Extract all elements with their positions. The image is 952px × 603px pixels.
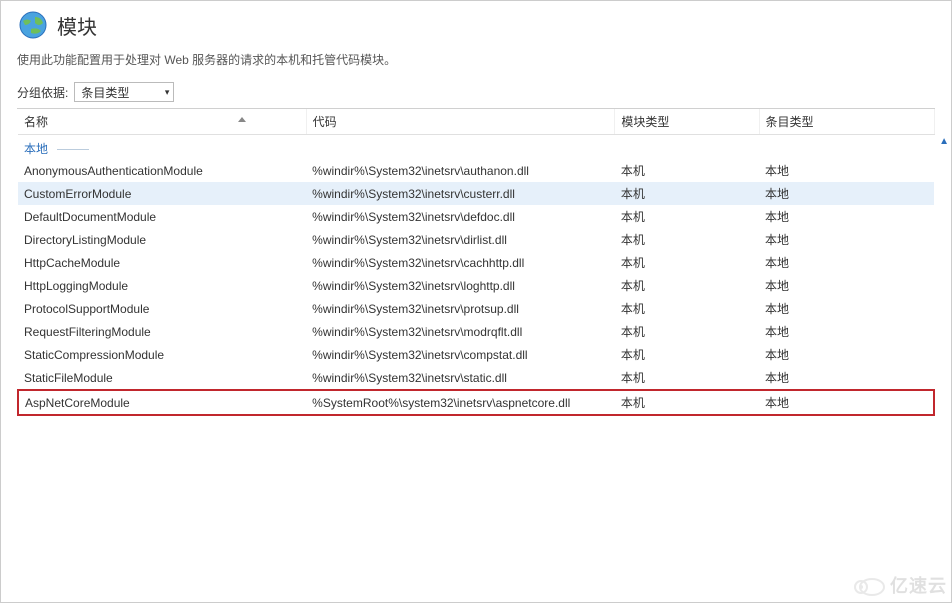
col-entry-type[interactable]: 条目类型 xyxy=(759,109,934,135)
cell-name: ProtocolSupportModule xyxy=(18,297,306,320)
cell-name: DirectoryListingModule xyxy=(18,228,306,251)
cell-mtype: 本机 xyxy=(615,159,759,182)
cell-code: %windir%\System32\inetsrv\cachhttp.dll xyxy=(306,251,615,274)
col-name[interactable]: 名称 xyxy=(18,109,306,135)
chevron-down-icon: ▾ xyxy=(165,87,170,98)
cell-code: %windir%\System32\inetsrv\authanon.dll xyxy=(306,159,615,182)
page-description: 使用此功能配置用于处理对 Web 服务器的请求的本机和托管代码模块。 xyxy=(1,45,951,78)
page-title: 模块 xyxy=(57,11,97,40)
cell-mtype: 本机 xyxy=(615,182,759,205)
cell-code: %windir%\System32\inetsrv\loghttp.dll xyxy=(306,274,615,297)
cell-code: %windir%\System32\inetsrv\compstat.dll xyxy=(306,343,615,366)
cell-etype: 本地 xyxy=(759,297,934,320)
module-table: 名称 代码 模块类型 条目类型 本地 AnonymousAuthenticati… xyxy=(17,109,935,416)
cell-mtype: 本机 xyxy=(615,297,759,320)
cell-mtype: 本机 xyxy=(615,251,759,274)
cell-etype: 本地 xyxy=(759,320,934,343)
cell-code: %windir%\System32\inetsrv\defdoc.dll xyxy=(306,205,615,228)
groupby-value: 条目类型 xyxy=(81,84,129,101)
cell-etype: 本地 xyxy=(759,343,934,366)
cell-mtype: 本机 xyxy=(615,320,759,343)
cell-name: StaticFileModule xyxy=(18,366,306,390)
page-header: 模块 xyxy=(1,1,951,45)
col-code[interactable]: 代码 xyxy=(306,109,615,135)
table-row[interactable]: DefaultDocumentModule%windir%\System32\i… xyxy=(18,205,934,228)
table-row[interactable]: HttpLoggingModule%windir%\System32\inets… xyxy=(18,274,934,297)
cell-code: %windir%\System32\inetsrv\modrqflt.dll xyxy=(306,320,615,343)
watermark-text: 亿速云 xyxy=(890,572,947,598)
toolbar: 分组依据: 条目类型 ▾ xyxy=(1,78,951,108)
table-row[interactable]: CustomErrorModule%windir%\System32\inets… xyxy=(18,182,934,205)
table-row[interactable]: ProtocolSupportModule%windir%\System32\i… xyxy=(18,297,934,320)
group-row[interactable]: 本地 xyxy=(18,135,934,160)
table-header-row: 名称 代码 模块类型 条目类型 xyxy=(18,109,934,135)
table-row[interactable]: DirectoryListingModule%windir%\System32\… xyxy=(18,228,934,251)
cell-etype: 本地 xyxy=(759,251,934,274)
cell-mtype: 本机 xyxy=(615,228,759,251)
cell-mtype: 本机 xyxy=(615,343,759,366)
module-table-wrap: 名称 代码 模块类型 条目类型 本地 AnonymousAuthenticati… xyxy=(17,108,935,578)
cell-mtype: 本机 xyxy=(615,274,759,297)
cell-code: %SystemRoot%\system32\inetsrv\aspnetcore… xyxy=(306,390,615,415)
table-row[interactable]: HttpCacheModule%windir%\System32\inetsrv… xyxy=(18,251,934,274)
table-row[interactable]: AnonymousAuthenticationModule%windir%\Sy… xyxy=(18,159,934,182)
cell-etype: 本地 xyxy=(759,182,934,205)
groupby-dropdown[interactable]: 条目类型 ▾ xyxy=(74,82,174,102)
table-row[interactable]: RequestFilteringModule%windir%\System32\… xyxy=(18,320,934,343)
cell-name: DefaultDocumentModule xyxy=(18,205,306,228)
globe-icon xyxy=(17,9,49,41)
cell-name: AspNetCoreModule xyxy=(18,390,306,415)
table-row[interactable]: StaticCompressionModule%windir%\System32… xyxy=(18,343,934,366)
cell-etype: 本地 xyxy=(759,159,934,182)
cell-name: StaticCompressionModule xyxy=(18,343,306,366)
table-row[interactable]: AspNetCoreModule%SystemRoot%\system32\in… xyxy=(18,390,934,415)
cell-code: %windir%\System32\inetsrv\custerr.dll xyxy=(306,182,615,205)
table-row[interactable]: StaticFileModule%windir%\System32\inetsr… xyxy=(18,366,934,390)
cell-name: HttpCacheModule xyxy=(18,251,306,274)
cell-etype: 本地 xyxy=(759,228,934,251)
cell-name: RequestFilteringModule xyxy=(18,320,306,343)
cell-etype: 本地 xyxy=(759,205,934,228)
group-line xyxy=(57,149,89,150)
cell-name: AnonymousAuthenticationModule xyxy=(18,159,306,182)
cell-code: %windir%\System32\inetsrv\dirlist.dll xyxy=(306,228,615,251)
cell-name: CustomErrorModule xyxy=(18,182,306,205)
cell-etype: 本地 xyxy=(759,390,934,415)
cell-code: %windir%\System32\inetsrv\static.dll xyxy=(306,366,615,390)
group-label: 本地 xyxy=(24,142,48,156)
col-module-type[interactable]: 模块类型 xyxy=(615,109,759,135)
cell-mtype: 本机 xyxy=(615,205,759,228)
cell-etype: 本地 xyxy=(759,274,934,297)
cell-mtype: 本机 xyxy=(615,366,759,390)
groupby-label: 分组依据: xyxy=(17,84,68,101)
cell-etype: 本地 xyxy=(759,366,934,390)
cell-name: HttpLoggingModule xyxy=(18,274,306,297)
cell-code: %windir%\System32\inetsrv\protsup.dll xyxy=(306,297,615,320)
watermark: 亿速云 xyxy=(850,572,947,598)
collapse-arrow-icon[interactable]: ▲ xyxy=(939,136,949,147)
cell-mtype: 本机 xyxy=(615,390,759,415)
